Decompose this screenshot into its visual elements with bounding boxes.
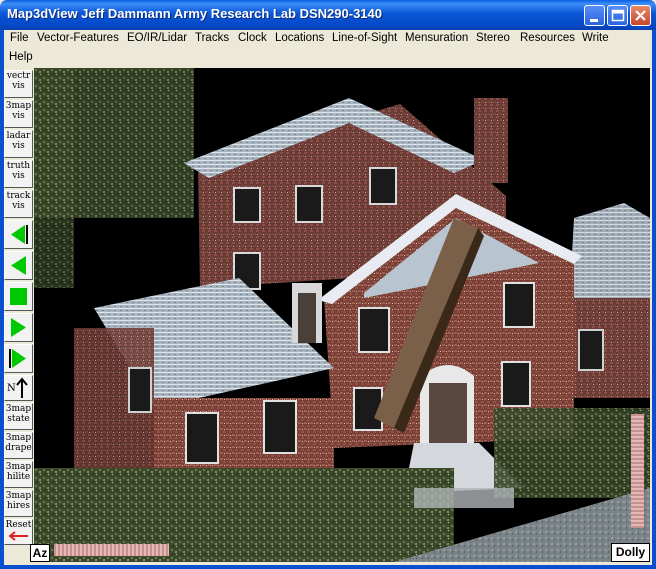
lidar-point-cloud-scene	[34, 68, 650, 562]
truth-vis-button[interactable]: truth vis	[4, 160, 33, 188]
menu-file[interactable]: File	[10, 32, 29, 44]
track-vis-label-1: track	[6, 191, 31, 201]
window-title: Map3dView Jeff Dammann Army Research Lab…	[7, 6, 382, 21]
close-button[interactable]	[630, 5, 651, 26]
3map-state-label-1: 3map	[5, 404, 32, 414]
menu-mensuration[interactable]: Mensuration	[405, 32, 468, 44]
stop-icon	[10, 288, 27, 305]
menu-stereo[interactable]: Stereo	[476, 32, 510, 44]
stop-button[interactable]	[4, 282, 33, 311]
ladar-vis-label-1: ladar	[6, 131, 31, 141]
reset-arrow-icon	[8, 531, 28, 541]
menu-tracks[interactable]: Tracks	[195, 32, 229, 44]
step-forward-end-icon	[9, 349, 26, 368]
vector-vis-button[interactable]: vectr vis	[4, 70, 33, 98]
step-back-end-button[interactable]	[4, 220, 33, 249]
vector-vis-label-2: vis	[12, 81, 25, 91]
window-border-bottom	[0, 565, 656, 569]
3map-state-label-2: state	[7, 414, 30, 424]
ladar-vis-label-2: vis	[12, 141, 25, 151]
menu-clock[interactable]: Clock	[238, 32, 267, 44]
vector-vis-label-1: vectr	[6, 71, 31, 81]
3map-drape-button[interactable]: 3map drape	[4, 432, 33, 459]
track-vis-button[interactable]: track vis	[4, 190, 33, 218]
3map-hilite-label-1: 3map	[5, 462, 32, 472]
title-bar[interactable]: Map3dView Jeff Dammann Army Research Lab…	[0, 0, 656, 30]
3map-drape-label-1: 3map	[5, 433, 32, 443]
reset-button[interactable]: Reset	[4, 519, 33, 545]
minimize-icon	[590, 19, 598, 22]
3map-hilite-label-2: hilite	[6, 472, 31, 482]
north-arrow-icon	[16, 377, 28, 398]
3map-vis-label-1: 3map	[5, 101, 32, 111]
minimize-button[interactable]	[584, 5, 605, 26]
window-border-left	[0, 30, 4, 569]
step-back-end-icon	[11, 225, 28, 244]
menu-bar: File Vector-Features EO/IR/Lidar Tracks …	[0, 30, 656, 68]
north-up-button[interactable]: N	[4, 375, 33, 401]
menu-vector-features[interactable]: Vector-Features	[37, 32, 119, 44]
3map-hilite-button[interactable]: 3map hilite	[4, 461, 33, 488]
dolly-label: Dolly	[611, 543, 650, 562]
3map-state-button[interactable]: 3map state	[4, 403, 33, 430]
menu-resources[interactable]: Resources	[520, 32, 575, 44]
play-back-button[interactable]	[4, 251, 33, 280]
close-icon	[635, 10, 646, 21]
ladar-vis-button[interactable]: ladar vis	[4, 130, 33, 158]
3map-hires-label-1: 3map	[5, 491, 32, 501]
maximize-icon	[611, 9, 625, 22]
reset-label: Reset	[5, 520, 32, 530]
play-back-icon	[11, 256, 26, 275]
azimuth-label: Az	[30, 544, 50, 562]
menu-locations[interactable]: Locations	[275, 32, 324, 44]
3map-drape-label-2: drape	[5, 443, 32, 453]
maximize-button[interactable]	[607, 5, 628, 26]
window-border-right	[652, 30, 656, 569]
step-forward-end-button[interactable]	[4, 344, 33, 373]
play-forward-button[interactable]	[4, 313, 33, 342]
3map-hires-button[interactable]: 3map hires	[4, 490, 33, 517]
dolly-slider[interactable]	[631, 414, 644, 528]
track-vis-label-2: vis	[12, 201, 25, 211]
menu-write[interactable]: Write	[582, 32, 609, 44]
3d-viewport[interactable]	[34, 68, 650, 562]
azimuth-slider[interactable]	[54, 544, 169, 556]
menu-help[interactable]: Help	[9, 51, 33, 63]
3map-vis-button[interactable]: 3map vis	[4, 100, 33, 128]
menu-eo-ir-lidar[interactable]: EO/IR/Lidar	[127, 32, 187, 44]
3map-vis-label-2: vis	[12, 111, 25, 121]
truth-vis-label-1: truth	[6, 161, 31, 171]
play-forward-icon	[11, 318, 26, 337]
3map-hires-label-2: hires	[7, 501, 30, 511]
app-window: Map3dView Jeff Dammann Army Research Lab…	[0, 0, 656, 569]
truth-vis-label-2: vis	[12, 171, 25, 181]
menu-line-of-sight[interactable]: Line-of-Sight	[332, 32, 397, 44]
